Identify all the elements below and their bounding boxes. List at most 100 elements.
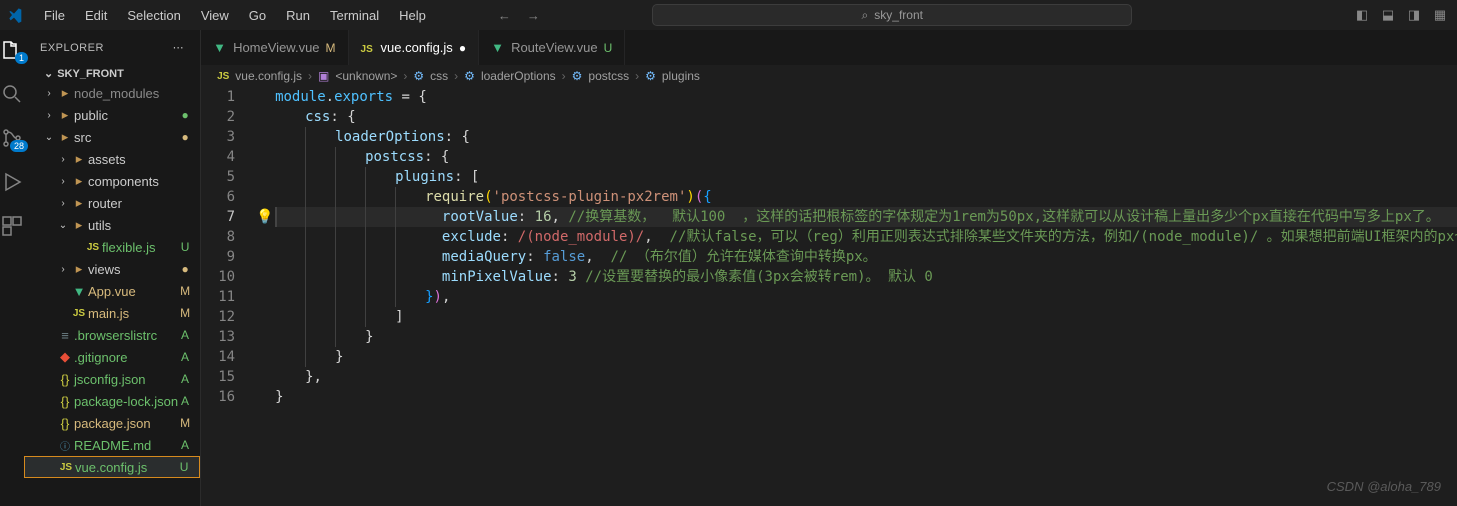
tree-item-main-js[interactable]: JSmain.jsM <box>24 302 200 324</box>
tree-item-router[interactable]: ›▸router <box>24 192 200 214</box>
search-icon: ⌕ <box>862 8 869 23</box>
command-center[interactable]: ⌕ sky_front <box>652 4 1132 26</box>
tree-item-flexible-js[interactable]: JSflexible.jsU <box>24 236 200 258</box>
file-icon: ▸ <box>56 129 74 145</box>
run-debug-icon[interactable] <box>0 170 24 194</box>
tree-item-App-vue[interactable]: ▼App.vueM <box>24 280 200 302</box>
breadcrumb[interactable]: JS vue.config.js› ▣ <unknown>› ⚙ css› ⚙ … <box>201 65 1457 87</box>
tree-item-node_modules[interactable]: ›▸node_modules <box>24 82 200 104</box>
code-line[interactable]: ] <box>275 307 1457 327</box>
menu-file[interactable]: File <box>36 4 73 27</box>
file-icon: ▼ <box>213 40 227 55</box>
symbol-icon: ⚙ <box>572 69 583 83</box>
nav-back-icon[interactable]: ← <box>498 8 511 23</box>
git-status: A <box>178 394 192 408</box>
tree-item--gitignore[interactable]: ◆.gitignoreA <box>24 346 200 368</box>
menu-selection[interactable]: Selection <box>119 4 188 27</box>
code-line[interactable]: mediaQuery: false, // （布尔值）允许在媒体查询中转换px。 <box>275 247 1457 267</box>
code-content[interactable]: module.exports = {css: {loaderOptions: {… <box>275 87 1457 506</box>
tree-item-components[interactable]: ›▸components <box>24 170 200 192</box>
layout-right-icon[interactable]: ◨ <box>1405 7 1423 23</box>
search-placeholder: sky_front <box>874 8 923 22</box>
layout-left-icon[interactable]: ◧ <box>1353 7 1371 23</box>
code-line[interactable]: minPixelValue: 3 //设置要替换的最小像素值(3px会被转rem… <box>275 267 1457 287</box>
tree-item-jsconfig-json[interactable]: {}jsconfig.jsonA <box>24 368 200 390</box>
git-status: A <box>178 372 192 386</box>
code-line[interactable]: } <box>275 347 1457 367</box>
code-line[interactable]: } <box>275 327 1457 347</box>
nav-forward-icon[interactable]: → <box>527 8 540 23</box>
tree-item-assets[interactable]: ›▸assets <box>24 148 200 170</box>
explorer-icon[interactable]: 1 <box>0 38 24 62</box>
file-icon: {} <box>56 372 74 387</box>
file-icon: ▸ <box>70 173 88 189</box>
extensions-icon[interactable] <box>0 214 24 238</box>
tree-item-views[interactable]: ›▸views● <box>24 258 200 280</box>
vscode-logo-icon <box>8 7 24 23</box>
file-icon: ▼ <box>491 40 505 55</box>
file-icon: {} <box>56 416 74 431</box>
code-line[interactable]: } <box>275 387 1457 407</box>
file-tree: ›▸node_modules›▸public●⌄▸src●›▸assets›▸c… <box>24 82 200 506</box>
menu-view[interactable]: View <box>193 4 237 27</box>
code-line[interactable]: loaderOptions: { <box>275 127 1457 147</box>
git-status: ● <box>178 108 192 122</box>
sidebar-more-icon[interactable]: ⋯ <box>173 41 185 54</box>
tree-item--browserslistrc[interactable]: ≡.browserslistrcA <box>24 324 200 346</box>
layout-customize-icon[interactable]: ▦ <box>1431 7 1449 23</box>
glyph-margin: 💡 <box>255 87 275 506</box>
tree-item-package-lock-json[interactable]: {}package-lock.jsonA <box>24 390 200 412</box>
chevron-down-icon: ⌄ <box>44 67 53 80</box>
code-line[interactable]: rootValue: 16, //换算基数， 默认100 ，这样的话把根标签的字… <box>275 207 1457 227</box>
search-activity-icon[interactable] <box>0 82 24 106</box>
code-line[interactable]: css: { <box>275 107 1457 127</box>
chevron-icon: › <box>56 264 70 275</box>
file-icon: ≡ <box>56 328 74 343</box>
git-status: ● <box>178 262 192 276</box>
file-icon: ▸ <box>56 107 74 123</box>
code-line[interactable]: exclude: /(node_module)/, //默认false，可以（r… <box>275 227 1457 247</box>
line-numbers: 12345678910111213141516 <box>201 87 255 506</box>
tab-RouteView-vue[interactable]: ▼RouteView.vueU <box>479 30 625 65</box>
chevron-icon: › <box>42 88 56 99</box>
project-title[interactable]: ⌄ SKY_FRONT <box>24 65 200 82</box>
source-control-icon[interactable]: 28 <box>0 126 24 150</box>
menu-edit[interactable]: Edit <box>77 4 115 27</box>
sidebar-title: EXPLORER <box>40 42 104 54</box>
git-status: A <box>178 350 192 364</box>
code-line[interactable]: }, <box>275 367 1457 387</box>
menu-run[interactable]: Run <box>278 4 318 27</box>
lightbulb-icon[interactable]: 💡 <box>256 207 273 227</box>
git-status: U <box>178 240 192 254</box>
menu-help[interactable]: Help <box>391 4 434 27</box>
layout-bottom-icon[interactable]: ⬓ <box>1379 7 1397 23</box>
symbol-icon: ⚙ <box>464 69 475 83</box>
code-line[interactable]: require('postcss-plugin-px2rem')({ <box>275 187 1457 207</box>
tree-item-utils[interactable]: ⌄▸utils <box>24 214 200 236</box>
tree-item-README-md[interactable]: ⓘREADME.mdA <box>24 434 200 456</box>
file-icon: {} <box>56 394 74 409</box>
tree-item-vue-config-js[interactable]: JSvue.config.jsU <box>24 456 200 478</box>
menu-go[interactable]: Go <box>241 4 274 27</box>
code-line[interactable]: module.exports = { <box>275 87 1457 107</box>
chevron-icon: ⌄ <box>42 132 56 143</box>
code-editor[interactable]: 12345678910111213141516 💡 module.exports… <box>201 87 1457 506</box>
tree-item-public[interactable]: ›▸public● <box>24 104 200 126</box>
tab-status: M <box>326 41 336 55</box>
tab-vue-config-js[interactable]: JSvue.config.js● <box>349 30 480 65</box>
tree-item-src[interactable]: ⌄▸src● <box>24 126 200 148</box>
code-line[interactable]: postcss: { <box>275 147 1457 167</box>
tab-status: ● <box>459 41 466 55</box>
file-icon: JS <box>84 242 102 253</box>
tab-HomeView-vue[interactable]: ▼HomeView.vueM <box>201 30 348 65</box>
titlebar: File Edit Selection View Go Run Terminal… <box>0 0 1457 30</box>
editor-tabs: ▼HomeView.vueMJSvue.config.js●▼RouteView… <box>201 30 1457 65</box>
menu-terminal[interactable]: Terminal <box>322 4 387 27</box>
chevron-icon: ⌄ <box>56 220 70 231</box>
code-line[interactable]: plugins: [ <box>275 167 1457 187</box>
js-file-icon: JS <box>217 71 229 82</box>
watermark: CSDN @aloha_789 <box>1327 479 1441 494</box>
code-line[interactable]: }), <box>275 287 1457 307</box>
tree-item-package-json[interactable]: {}package.jsonM <box>24 412 200 434</box>
chevron-icon: › <box>56 198 70 209</box>
